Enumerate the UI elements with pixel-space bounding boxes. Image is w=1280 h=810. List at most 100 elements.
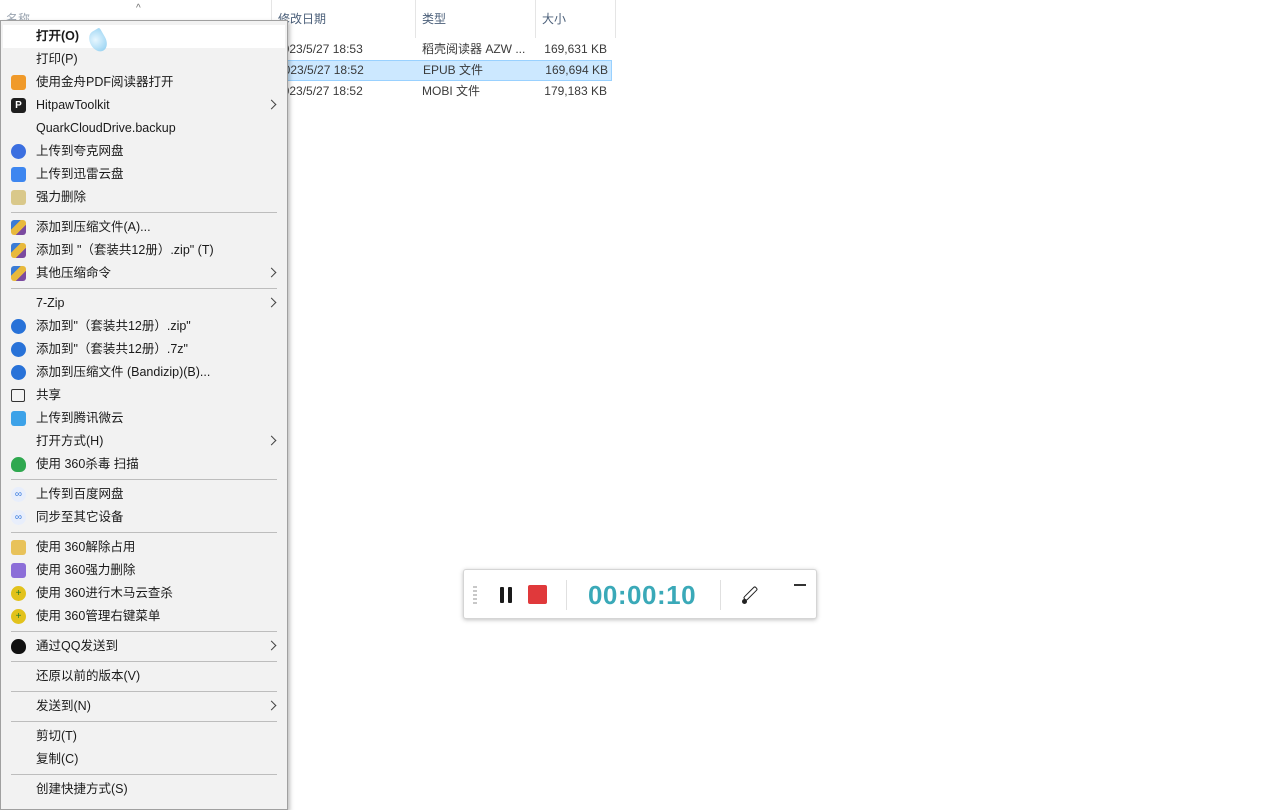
pause-button[interactable] <box>497 585 515 605</box>
menu-item-label: 创建快捷方式(S) <box>36 782 128 796</box>
menu-separator <box>11 721 277 722</box>
menu-item-label: 强力删除 <box>36 190 87 204</box>
stop-button[interactable] <box>528 585 547 604</box>
menu-item-360-unlock[interactable]: 使用 360解除占用 <box>3 536 285 559</box>
360-trojan-icon: + <box>11 609 26 624</box>
menu-item-label: 共享 <box>36 388 62 402</box>
drag-handle[interactable] <box>473 586 477 604</box>
chevron-right-icon <box>267 262 277 285</box>
force-delete-icon <box>11 190 26 205</box>
file-type: EPUB 文件 <box>423 63 484 77</box>
menu-separator <box>11 288 277 289</box>
file-type: MOBI 文件 <box>422 84 481 98</box>
menu-item-bandizip-add-7z[interactable]: 添加到"（套装共12册）.7z" <box>3 338 285 361</box>
bandizip-icon <box>11 365 26 380</box>
hitpaw-icon: P <box>11 98 26 113</box>
file-size: 169,694 KB <box>545 63 608 77</box>
sort-ascending-icon: ^ <box>136 3 141 14</box>
menu-item-label: 使用 360解除占用 <box>36 540 136 554</box>
winrar-icon <box>11 266 26 281</box>
column-header-type[interactable]: 类型 <box>416 0 536 38</box>
column-header-size[interactable]: 大小 <box>536 0 616 38</box>
360-force-delete-icon <box>11 563 26 578</box>
menu-item-label: 剪切(T) <box>36 729 77 743</box>
file-row[interactable]: 2023/5/27 18:53 稻壳阅读器 AZW ... 169,631 KB <box>272 39 612 60</box>
baidu-netdisk-icon: ∞ <box>11 487 26 502</box>
menu-item-label: 上传到夸克网盘 <box>36 144 124 158</box>
menu-item-360-force-delete[interactable]: 使用 360强力删除 <box>3 559 285 582</box>
pdf-reader-icon <box>11 75 26 90</box>
menu-item-add-to-archive[interactable]: 添加到压缩文件(A)... <box>3 216 285 239</box>
context-menu: 打开(O) 打印(P) 使用金舟PDF阅读器打开 P HitpawToolkit … <box>0 20 288 810</box>
menu-item-cut[interactable]: 剪切(T) <box>3 725 285 748</box>
winrar-icon <box>11 243 26 258</box>
chevron-right-icon <box>267 635 277 658</box>
menu-item-open[interactable]: 打开(O) <box>3 25 285 48</box>
file-row-selected[interactable]: 2023/5/27 18:52 EPUB 文件 169,694 KB <box>272 60 612 81</box>
menu-item-360-trojan-scan[interactable]: + 使用 360进行木马云查杀 <box>3 582 285 605</box>
screen-recorder-toolbar: 00:00:10 <box>463 569 817 619</box>
menu-item-label: 打开(O) <box>36 29 80 43</box>
menu-separator <box>11 479 277 480</box>
file-size: 169,631 KB <box>544 42 607 56</box>
menu-item-sync-devices[interactable]: ∞ 同步至其它设备 <box>3 506 285 529</box>
menu-item-label: 使用 360强力删除 <box>36 563 136 577</box>
minimize-button[interactable] <box>794 578 806 590</box>
menu-item-open-with[interactable]: 打开方式(H) <box>3 430 285 453</box>
menu-item-7zip[interactable]: 7-Zip <box>3 292 285 315</box>
winrar-icon <box>11 220 26 235</box>
weiyun-icon <box>11 411 26 426</box>
menu-item-label: 打开方式(H) <box>36 434 104 448</box>
column-header-date[interactable]: 修改日期 <box>272 0 416 38</box>
menu-item-quark-backup[interactable]: QuarkCloudDrive.backup <box>3 117 285 140</box>
quark-cloud-icon <box>11 144 26 159</box>
360-trojan-icon: + <box>11 586 26 601</box>
menu-item-share[interactable]: 共享 <box>3 384 285 407</box>
brush-icon[interactable] <box>739 584 761 606</box>
menu-item-upload-baidu[interactable]: ∞ 上传到百度网盘 <box>3 483 285 506</box>
menu-item-other-compress[interactable]: 其他压缩命令 <box>3 262 285 285</box>
menu-item-label: 同步至其它设备 <box>36 510 124 524</box>
menu-item-bandizip-add-archive[interactable]: 添加到压缩文件 (Bandizip)(B)... <box>3 361 285 384</box>
file-size: 179,183 KB <box>544 84 607 98</box>
menu-item-open-jinzhou-pdf[interactable]: 使用金舟PDF阅读器打开 <box>3 71 285 94</box>
menu-item-upload-xunlei[interactable]: 上传到迅雷云盘 <box>3 163 285 186</box>
menu-item-hitpaw[interactable]: P HitpawToolkit <box>3 94 285 117</box>
file-row[interactable]: 2023/5/27 18:52 MOBI 文件 179,183 KB <box>272 81 612 102</box>
menu-item-upload-quark[interactable]: 上传到夸克网盘 <box>3 140 285 163</box>
menu-item-label: 发送到(N) <box>36 699 91 713</box>
file-date: 2023/5/27 18:52 <box>276 84 363 98</box>
menu-item-add-to-zip-rar[interactable]: 添加到 "（套装共12册）.zip" (T) <box>3 239 285 262</box>
menu-item-create-shortcut[interactable]: 创建快捷方式(S) <box>3 778 285 801</box>
menu-item-360-scan[interactable]: 使用 360杀毒 扫描 <box>3 453 285 476</box>
menu-item-label: QuarkCloudDrive.backup <box>36 121 176 135</box>
360-antivirus-icon <box>11 457 26 472</box>
menu-item-send-via-qq[interactable]: 通过QQ发送到 <box>3 635 285 658</box>
menu-item-upload-weiyun[interactable]: 上传到腾讯微云 <box>3 407 285 430</box>
chevron-right-icon <box>267 695 277 718</box>
toolbar-divider <box>566 580 567 610</box>
menu-item-label: 添加到"（套装共12册）.zip" <box>36 319 191 333</box>
menu-item-copy[interactable]: 复制(C) <box>3 748 285 771</box>
menu-item-label: 打印(P) <box>36 52 78 66</box>
menu-item-360-manage-menu[interactable]: + 使用 360管理右键菜单 <box>3 605 285 628</box>
menu-item-label: 复制(C) <box>36 752 79 766</box>
recording-timer: 00:00:10 <box>587 580 697 610</box>
menu-item-label: 其他压缩命令 <box>36 266 112 280</box>
menu-item-label: 还原以前的版本(V) <box>36 669 141 683</box>
qq-icon <box>11 639 26 654</box>
bandizip-icon <box>11 319 26 334</box>
menu-item-force-delete[interactable]: 强力删除 <box>3 186 285 209</box>
menu-item-send-to[interactable]: 发送到(N) <box>3 695 285 718</box>
menu-item-label: 上传到迅雷云盘 <box>36 167 124 181</box>
chevron-right-icon <box>267 292 277 315</box>
menu-item-label: 7-Zip <box>36 296 65 310</box>
menu-separator <box>11 661 277 662</box>
file-type: 稻壳阅读器 AZW ... <box>422 42 526 56</box>
menu-item-label: 使用 360进行木马云查杀 <box>36 586 173 600</box>
menu-item-label: 上传到腾讯微云 <box>36 411 124 425</box>
menu-item-print[interactable]: 打印(P) <box>3 48 285 71</box>
menu-item-label: 添加到 "（套装共12册）.zip" (T) <box>36 243 214 257</box>
menu-item-restore-versions[interactable]: 还原以前的版本(V) <box>3 665 285 688</box>
menu-item-bandizip-add-zip[interactable]: 添加到"（套装共12册）.zip" <box>3 315 285 338</box>
